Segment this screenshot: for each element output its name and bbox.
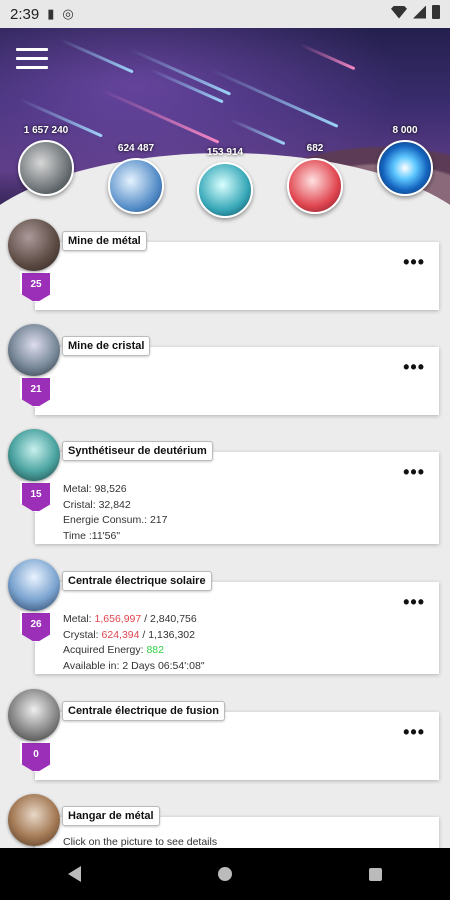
crystal-available: 624,394 — [101, 628, 140, 641]
back-icon[interactable] — [68, 866, 82, 882]
metal-icon — [18, 140, 74, 196]
building-details: Metal: 98,526 Cristal: 32,842 Energie Co… — [63, 483, 168, 542]
status-bar: 2:39 ▮ ◎ — [0, 0, 450, 28]
building-item: ••• 0 Centrale électrique de fusion — [0, 685, 450, 785]
signal-icon — [413, 5, 426, 19]
building-title: Centrale électrique de fusion — [62, 701, 225, 721]
crystal-cost: 32,842 — [98, 498, 131, 511]
resource-dark-matter[interactable]: 8 000 — [377, 125, 433, 196]
deuterium-icon — [197, 162, 253, 218]
more-options-button[interactable]: ••• — [403, 357, 425, 378]
building-title: Synthétiseur de deutérium — [62, 441, 213, 461]
battery-icon — [432, 5, 440, 19]
building-card[interactable]: ••• Metal: 98,526 Cristal: 32,842 Energi… — [35, 452, 439, 544]
building-card[interactable]: ••• — [35, 242, 439, 310]
metal-required: 2,840,756 — [150, 613, 197, 625]
home-icon[interactable] — [217, 867, 232, 881]
building-list[interactable]: ••• 25 Mine de métal ••• 21 Mine de cris… — [0, 215, 450, 848]
resource-dark-matter-value: 8 000 — [392, 125, 418, 136]
resource-metal[interactable]: 1 657 240 — [18, 125, 74, 196]
energy-consumption: 217 — [149, 514, 168, 526]
building-title: Centrale électrique solaire — [62, 571, 212, 591]
vpn-icon: ◎ — [62, 6, 74, 21]
energy-icon — [287, 158, 343, 214]
building-item: ••• Metal: 98,526 Cristal: 32,842 Energi… — [0, 425, 450, 550]
building-image[interactable] — [8, 429, 60, 481]
build-time: 11'56" — [91, 529, 121, 542]
more-options-button[interactable]: ••• — [403, 462, 425, 483]
wifi-icon — [391, 5, 407, 19]
building-title: Hangar de métal — [62, 806, 160, 826]
building-image[interactable] — [8, 219, 60, 271]
building-title: Mine de métal — [62, 231, 147, 251]
resource-metal-value: 1 657 240 — [23, 125, 69, 136]
sd-card-icon: ▮ — [47, 6, 55, 21]
resource-energy[interactable]: 682 — [287, 143, 343, 214]
building-card[interactable]: ••• — [35, 347, 439, 415]
acquired-energy: 882 — [146, 644, 164, 656]
status-time: 2:39 — [10, 5, 40, 23]
resource-deuterium-value: 153 914 — [206, 147, 244, 158]
metal-available: 1,656,997 — [94, 613, 142, 625]
building-card[interactable]: ••• — [35, 712, 439, 780]
building-card[interactable]: ••• Metal: 1,656,997 / 2,840,756 Crystal… — [35, 582, 439, 674]
resource-deuterium[interactable]: 153 914 — [197, 147, 253, 218]
resource-energy-value: 682 — [306, 143, 324, 154]
resource-crystal-value: 624 487 — [117, 143, 155, 154]
menu-button[interactable] — [16, 48, 48, 72]
more-options-button[interactable]: ••• — [403, 722, 425, 743]
dark-matter-icon — [377, 140, 433, 196]
recents-icon[interactable] — [368, 867, 382, 881]
building-image[interactable] — [8, 324, 60, 376]
crystal-icon — [108, 158, 164, 214]
crystal-required: 1,136,302 — [148, 628, 195, 641]
details-hint: Click on the picture to see details — [63, 836, 218, 848]
more-options-button[interactable]: ••• — [403, 252, 425, 273]
building-image[interactable] — [8, 689, 60, 741]
building-image[interactable] — [8, 794, 60, 846]
more-options-button[interactable]: ••• — [403, 592, 425, 613]
building-image[interactable] — [8, 559, 60, 611]
resource-bar: 1 657 240 624 487 153 914 682 8 000 — [0, 125, 450, 225]
building-item: ••• 25 Mine de métal — [0, 215, 450, 315]
system-nav-bar — [0, 848, 450, 900]
building-item: ••• Metal: 1,656,997 / 2,840,756 Crystal… — [0, 555, 450, 680]
available-in: 2 Days 06:54':08" — [122, 659, 205, 672]
building-item: ••• 21 Mine de cristal — [0, 320, 450, 420]
building-item: Click on the picture to see details Hang… — [0, 790, 450, 848]
resource-crystal[interactable]: 624 487 — [108, 143, 164, 214]
building-details: Metal: 1,656,997 / 2,840,756 Crystal: 62… — [63, 613, 205, 672]
building-title: Mine de cristal — [62, 336, 151, 356]
metal-cost: 98,526 — [94, 483, 127, 495]
